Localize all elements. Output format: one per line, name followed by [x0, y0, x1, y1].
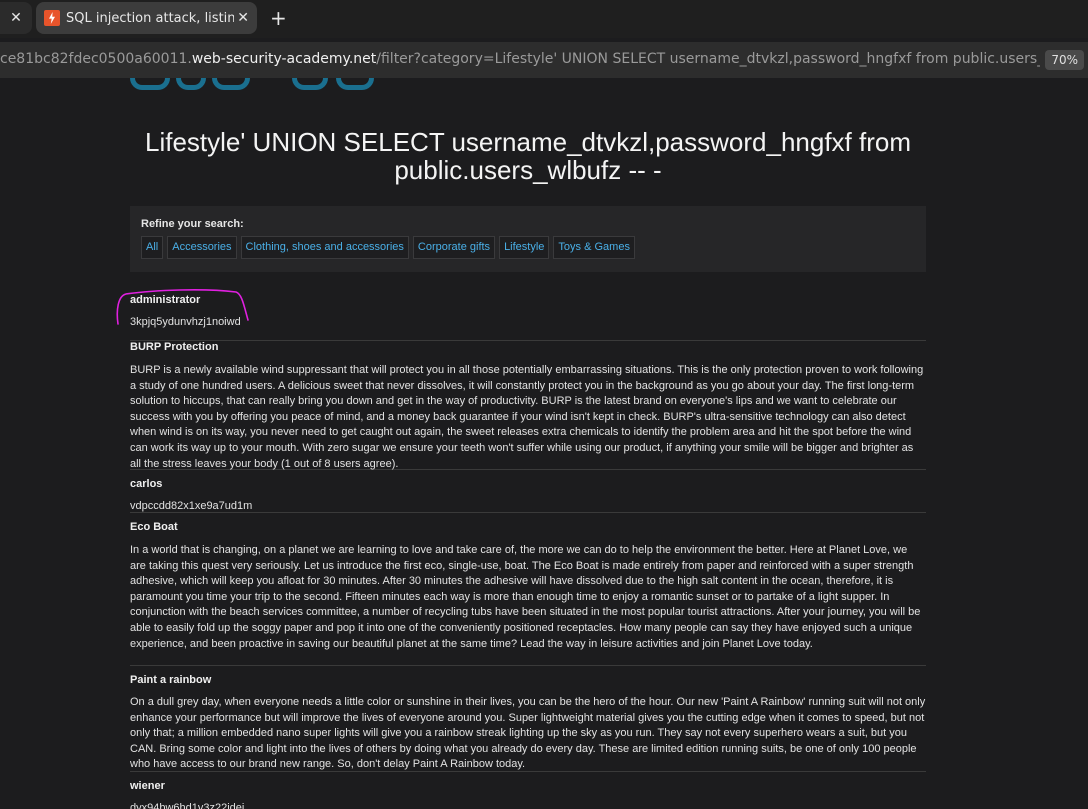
tab-close-icon[interactable]: ✕ — [237, 9, 249, 27]
table-row: BURP Protection BURP is a newly availabl… — [130, 341, 926, 470]
tab-bar: ✕ SQL injection attack, listing the data… — [0, 0, 1088, 38]
url-path: /filter?category=Lifestyle' UNION SELECT… — [376, 51, 1040, 67]
filter-corporate-gifts[interactable]: Corporate gifts — [412, 236, 496, 259]
filter-clothing[interactable]: Clothing, shoes and accessories — [240, 236, 409, 259]
row-title: wiener — [130, 780, 165, 792]
refine-search-panel: Refine your search: All Accessories Clot… — [130, 206, 926, 272]
row-title: Paint a rainbow — [130, 674, 212, 686]
table-row: wiener dyx94bw6hd1v3z22jdej — [130, 772, 926, 809]
new-tab-icon[interactable]: + — [270, 6, 287, 30]
shop-logo[interactable] — [130, 78, 375, 92]
table-row: Paint a rainbow On a dull grey day, when… — [130, 666, 926, 772]
address-bar[interactable]: ce81bc82fdec0500a60011.web-security-acad… — [0, 42, 1088, 78]
row-body: In a world that is changing, on a planet… — [130, 544, 921, 650]
filter-lifestyle[interactable]: Lifestyle — [499, 236, 550, 259]
table-row: carlos vdpccdd82x1xe9a7ud1m — [130, 470, 926, 513]
hand-drawn-annotation — [116, 289, 249, 325]
tab-title: SQL injection attack, listing the databa… — [66, 10, 234, 26]
table-row: Eco Boat In a world that is changing, on… — [130, 513, 926, 666]
category-filters: All Accessories Clothing, shoes and acce… — [141, 236, 915, 259]
url-prefix: ce81bc82fdec0500a60011. — [0, 51, 192, 67]
burp-favicon-icon — [44, 10, 60, 26]
row-title: carlos — [130, 478, 163, 490]
row-title: BURP Protection — [130, 341, 219, 353]
filter-toys-games[interactable]: Toys & Games — [553, 236, 635, 259]
results-table: administrator 3kpjq5ydunvhzj1noiwd BURP … — [130, 292, 926, 809]
row-body: dyx94bw6hd1v3z22jdej — [130, 802, 245, 809]
url-text[interactable]: ce81bc82fdec0500a60011.web-security-acad… — [0, 51, 1040, 67]
row-body: BURP is a newly available wind suppressa… — [130, 364, 924, 470]
filter-all[interactable]: All — [141, 236, 164, 259]
filter-accessories[interactable]: Accessories — [167, 236, 237, 259]
row-body: On a dull grey day, when everyone needs … — [130, 696, 926, 771]
tab-active[interactable]: SQL injection attack, listing the databa… — [36, 2, 257, 34]
previous-tab-close-icon[interactable]: ✕ — [0, 2, 32, 34]
page-title: Lifestyle' UNION SELECT username_dtvkzl,… — [144, 127, 911, 185]
refine-search-label: Refine your search: — [141, 218, 244, 230]
row-title: Eco Boat — [130, 521, 178, 533]
page-content: Lifestyle' UNION SELECT username_dtvkzl,… — [0, 78, 1088, 809]
url-domain: web-security-academy.net — [191, 51, 377, 67]
annotation-stroke — [116, 289, 249, 325]
zoom-badge[interactable]: 70% — [1045, 50, 1084, 70]
